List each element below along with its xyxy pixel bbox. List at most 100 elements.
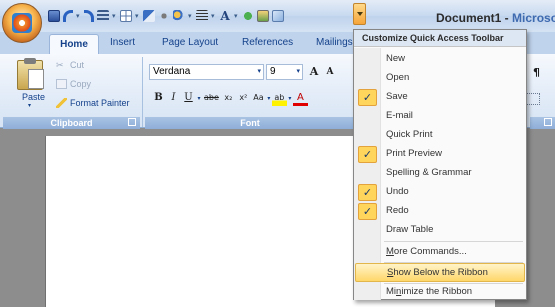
paragraph-dialog-launcher-icon[interactable] [544, 118, 552, 126]
superscript-button[interactable]: x² [236, 90, 251, 106]
office-button[interactable] [2, 3, 42, 43]
change-case-button[interactable]: Aa [251, 90, 266, 106]
menu-item-label: Show Below the Ribbon [387, 267, 488, 278]
menu-item-spelling-grammar[interactable]: Spelling & Grammar [355, 164, 525, 183]
checkmark-icon: ✓ [358, 89, 377, 106]
paste-button[interactable]: Paste [22, 92, 45, 102]
menu-item-email[interactable]: E-mail [355, 107, 525, 126]
menu-item-open[interactable]: Open [355, 69, 525, 88]
grow-font-button[interactable]: A [307, 64, 321, 80]
font-size-value: 9 [270, 66, 276, 77]
clipboard-dialog-launcher-icon[interactable] [128, 118, 136, 126]
undo-icon[interactable] [63, 10, 73, 22]
copy-label: Copy [70, 79, 92, 89]
font-size-dropdown-icon[interactable]: ▾ [296, 65, 300, 79]
menu-item-more-commands[interactable]: More Commands... [355, 243, 525, 262]
menu-item-minimize-ribbon[interactable]: Minimize the Ribbon [355, 283, 525, 302]
clip-art-icon[interactable] [272, 10, 284, 22]
menu-separator [384, 241, 523, 242]
cut-button[interactable]: ✂ Cut [56, 60, 84, 70]
font-color-button[interactable]: A [292, 91, 308, 106]
text-direction-icon[interactable] [143, 10, 155, 22]
menu-item-label: Save [386, 91, 408, 102]
menu-item-new[interactable]: New [355, 50, 525, 69]
menu-item-quick-print[interactable]: Quick Print [355, 126, 525, 145]
menu-item-label: New [386, 53, 406, 64]
paste-dropdown-icon[interactable]: ▾ [28, 102, 31, 109]
menu-item-label: Spelling & Grammar [386, 167, 472, 178]
tab-insert[interactable]: Insert [110, 37, 135, 48]
pin-icon[interactable] [158, 10, 170, 22]
menu-item-label: More Commands... [386, 246, 467, 257]
menu-item-save[interactable]: ✓ Save [355, 88, 525, 107]
menu-item-label: Print Preview [386, 148, 442, 159]
menu-item-redo[interactable]: ✓ Redo [355, 202, 525, 221]
bold-button[interactable]: B [151, 90, 166, 106]
symbol-icon[interactable] [242, 10, 254, 22]
strikethrough-button[interactable]: abe [202, 90, 221, 106]
format-painter-button[interactable]: Format Painter [56, 98, 130, 108]
text-effect-icon[interactable]: A [219, 10, 231, 22]
tab-home[interactable]: Home [49, 34, 99, 55]
redo-icon[interactable] [84, 10, 94, 22]
menu-item-show-below-ribbon[interactable]: Show Below the Ribbon [355, 263, 525, 282]
checkmark-icon: ✓ [358, 203, 377, 220]
tab-mailings[interactable]: Mailings [316, 37, 353, 48]
line-style-icon[interactable] [196, 10, 208, 22]
menu-item-label: E-mail [386, 110, 413, 121]
paintbrush-icon [56, 98, 67, 108]
format-painter-label: Format Painter [70, 98, 130, 108]
menu-item-print-preview[interactable]: ✓ Print Preview [355, 145, 525, 164]
menu-item-label: Open [386, 72, 410, 83]
paste-icon[interactable] [17, 58, 44, 90]
underline-button[interactable]: U [181, 90, 196, 106]
table-dropdown-icon[interactable]: ▾ [135, 10, 140, 22]
shrink-font-button[interactable]: A [323, 64, 337, 80]
italic-button[interactable]: I [166, 90, 181, 106]
menu-item-label: Undo [386, 186, 409, 197]
undo-dropdown-icon[interactable]: ▾ [76, 10, 81, 22]
borders-icon[interactable] [526, 93, 540, 105]
tab-page-layout[interactable]: Page Layout [162, 37, 218, 48]
customize-qat-dropdown-icon[interactable] [353, 3, 366, 25]
menu-item-draw-table[interactable]: Draw Table [355, 221, 525, 240]
copy-button[interactable]: Copy [56, 79, 91, 89]
checkmark-icon: ✓ [358, 146, 377, 163]
scissors-icon: ✂ [56, 60, 64, 70]
picture-icon[interactable] [257, 10, 269, 22]
title-separator: - [501, 11, 513, 25]
font-name-value: Verdana [153, 66, 191, 77]
menu-item-undo[interactable]: ✓ Undo [355, 183, 525, 202]
tab-references[interactable]: References [242, 37, 293, 48]
font-name-combo[interactable]: Verdana ▾ [149, 64, 264, 80]
highlight-button[interactable]: ab [271, 90, 287, 106]
office-logo-icon [12, 13, 32, 33]
window-title: Document1 - Microsoft [436, 11, 555, 25]
menu-item-label: Redo [386, 205, 409, 216]
font-size-combo[interactable]: 9 ▾ [266, 64, 303, 80]
text-effect-dropdown-icon[interactable]: ▾ [234, 10, 239, 22]
document-name: Document1 [436, 11, 502, 25]
subscript-button[interactable]: x₂ [221, 90, 236, 106]
customize-qat-menu: Customize Quick Access Toolbar New Open … [353, 29, 527, 300]
copy-icon [56, 79, 67, 89]
clipboard-group-label: Clipboard [3, 117, 140, 129]
quick-access-toolbar: ▾ ▾ ▾ ▾ ▾ A ▾ [48, 6, 284, 26]
shapes-dropdown-icon[interactable]: ▾ [188, 10, 193, 22]
checkmark-icon: ✓ [358, 184, 377, 201]
group-divider [142, 57, 143, 127]
format-buttons-row: B I U ▾ abe x₂ x² Aa ▾ ab ▾ A [151, 90, 308, 106]
save-icon[interactable] [48, 10, 60, 22]
bullets-dropdown-icon[interactable]: ▾ [112, 10, 117, 22]
bullets-icon[interactable] [97, 10, 109, 22]
shapes-icon[interactable] [173, 10, 185, 22]
menu-item-label: Quick Print [386, 129, 433, 140]
table-icon[interactable] [120, 10, 132, 22]
cut-label: Cut [70, 60, 85, 70]
font-dropdown-icon[interactable]: ▾ [257, 65, 261, 79]
show-hide-marks-button[interactable]: ¶ [533, 66, 540, 79]
menu-item-label: Draw Table [386, 224, 434, 235]
line-style-dropdown-icon[interactable]: ▾ [211, 10, 216, 22]
app-name: Microsoft [512, 11, 555, 25]
font-group-label: Font [145, 117, 355, 129]
